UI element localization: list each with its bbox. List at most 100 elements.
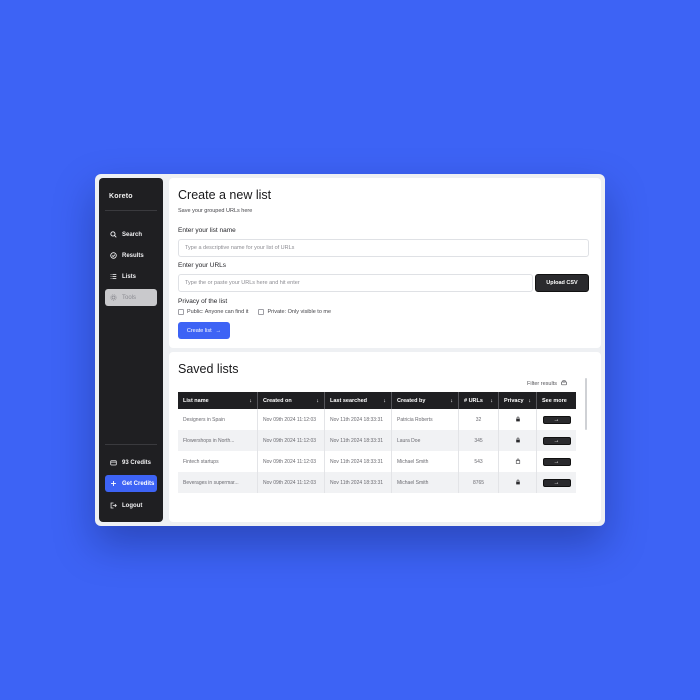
app-window: Koreto Search Results Lists Tools 93 Cre… — [95, 174, 605, 526]
filter-results-button[interactable]: Filter results — [527, 380, 567, 388]
cell-privacy — [499, 409, 537, 430]
create-list-label: Create list — [186, 327, 212, 334]
logout-label: Logout — [122, 502, 143, 509]
get-credits-button[interactable]: Get Credits — [105, 475, 157, 492]
arrow-right-icon: → — [215, 327, 222, 334]
privacy-options: Public: Anyone can find it Private: Only… — [178, 309, 331, 315]
sort-arrow-icon: ↓ — [528, 397, 531, 404]
cell-created-on: Nov 09th 2024 11:12:03 — [258, 451, 325, 472]
sidebar-item-lists[interactable]: Lists — [105, 268, 157, 285]
upload-csv-button[interactable]: Upload CSV — [535, 274, 589, 292]
cell-created-on: Nov 09th 2024 11:12:03 — [258, 409, 325, 430]
table-header-row: List name ↓ Created on ↓ Last searched ↓ Cr… — [178, 392, 576, 409]
check-circle-icon — [110, 252, 117, 259]
saved-lists-table: List name ↓ Created on ↓ Last searched ↓ Cr… — [178, 392, 576, 493]
credits-counter: 93 Credits — [105, 454, 157, 471]
create-list-button[interactable]: Create list → — [178, 322, 230, 339]
sort-arrow-icon: ↓ — [316, 397, 319, 404]
see-more-button[interactable]: → — [542, 457, 571, 466]
urls-label: Enter your URLs — [178, 262, 227, 269]
unlock-icon — [515, 458, 521, 466]
table-row[interactable]: Beverages in supermar... Nov 09th 2024 1… — [178, 472, 576, 493]
filter-icon — [561, 380, 567, 388]
privacy-label: Privacy of the list — [178, 298, 228, 305]
cell-created-on: Nov 09th 2024 11:12:03 — [258, 430, 325, 451]
column-header-see-more: See more — [537, 392, 576, 409]
cell-privacy — [499, 472, 537, 493]
logout-button[interactable]: Logout — [105, 497, 157, 514]
see-more-button[interactable]: → — [542, 436, 571, 445]
lock-icon — [515, 416, 521, 424]
cell-last-searched: Nov 11th 2024 18:33:31 — [325, 409, 392, 430]
sidebar-divider — [105, 444, 157, 445]
column-header-urls[interactable]: # URLs ↓ — [459, 392, 499, 409]
plus-icon — [110, 480, 117, 487]
list-name-input[interactable]: Type a descriptive name for your list of… — [178, 239, 589, 257]
sidebar: Koreto Search Results Lists Tools 93 Cre… — [99, 178, 163, 522]
list-name-label: Enter your list name — [178, 227, 236, 234]
cell-see-more: → — [537, 451, 576, 472]
cell-urls: 345 — [459, 430, 499, 451]
wallet-icon — [110, 459, 117, 466]
cell-see-more: → — [537, 472, 576, 493]
sort-arrow-icon: ↓ — [450, 397, 453, 404]
table-row[interactable]: Designers in Spain Nov 09th 2024 11:12:0… — [178, 409, 576, 430]
cell-see-more: → — [537, 430, 576, 451]
sidebar-item-label: Lists — [122, 273, 137, 280]
list-icon — [110, 273, 117, 280]
page-title: Create a new list — [178, 188, 272, 202]
cell-see-more: → — [537, 409, 576, 430]
get-credits-label: Get Credits — [122, 480, 155, 487]
credits-label: 93 Credits — [122, 459, 152, 466]
see-more-button[interactable]: → — [542, 478, 571, 487]
cell-list-name: Fintech startups — [178, 451, 258, 472]
saved-lists-title: Saved lists — [178, 362, 239, 376]
cell-list-name: Designers in Spain — [178, 409, 258, 430]
cell-created-by: Laura Doe — [392, 430, 459, 451]
cell-last-searched: Nov 11th 2024 18:33:31 — [325, 451, 392, 472]
sort-arrow-icon: ↓ — [383, 397, 386, 404]
table-row[interactable]: Fintech startups Nov 09th 2024 11:12:03 … — [178, 451, 576, 472]
lock-icon — [515, 437, 521, 445]
column-header-created-on[interactable]: Created on ↓ — [258, 392, 325, 409]
tools-icon — [110, 294, 117, 301]
private-checkbox[interactable] — [258, 309, 265, 315]
cell-last-searched: Nov 11th 2024 18:33:31 — [325, 472, 392, 493]
cell-created-on: Nov 09th 2024 11:12:03 — [258, 472, 325, 493]
column-header-created-by[interactable]: Created by ↓ — [392, 392, 459, 409]
saved-lists-panel: Saved lists Filter results List name ↓ Cr… — [169, 352, 601, 522]
column-header-privacy[interactable]: Privacy ↓ — [499, 392, 537, 409]
sidebar-item-tools[interactable]: Tools — [105, 289, 157, 306]
cell-last-searched: Nov 11th 2024 18:33:31 — [325, 430, 392, 451]
sort-arrow-icon: ↓ — [249, 397, 252, 404]
public-option[interactable]: Public: Anyone can find it — [178, 309, 248, 315]
filter-results-label: Filter results — [527, 381, 557, 387]
public-checkbox[interactable] — [178, 309, 184, 315]
sidebar-item-label: Search — [122, 231, 143, 238]
private-option[interactable]: Private: Only visible to me — [258, 309, 331, 315]
page-subtitle: Save your grouped URLs here — [178, 208, 253, 214]
cell-created-by: Michael Smith — [392, 472, 459, 493]
sort-arrow-icon: ↓ — [490, 397, 493, 404]
column-header-last-searched[interactable]: Last searched ↓ — [325, 392, 392, 409]
brand-logo: Koreto — [109, 193, 133, 200]
sidebar-item-search[interactable]: Search — [105, 226, 157, 243]
cell-list-name: Beverages in supermar... — [178, 472, 258, 493]
sidebar-item-label: Results — [122, 252, 144, 259]
logout-icon — [110, 502, 117, 509]
sidebar-item-label: Tools — [122, 294, 137, 301]
cell-created-by: Michael Smith — [392, 451, 459, 472]
cell-privacy — [499, 430, 537, 451]
lock-icon — [515, 479, 521, 487]
cell-privacy — [499, 451, 537, 472]
table-scrollbar[interactable] — [585, 378, 587, 430]
cell-urls: 32 — [459, 409, 499, 430]
see-more-button[interactable]: → — [542, 415, 571, 424]
table-row[interactable]: Flowershops in North... Nov 09th 2024 11… — [178, 430, 576, 451]
create-list-panel: Create a new list Save your grouped URLs… — [169, 178, 601, 348]
column-header-list-name[interactable]: List name ↓ — [178, 392, 258, 409]
private-option-label: Private: Only visible to me — [267, 309, 332, 315]
urls-input[interactable]: Type the or paste your URLs here and hit… — [178, 274, 533, 292]
search-icon — [110, 231, 117, 238]
sidebar-item-results[interactable]: Results — [105, 247, 157, 264]
